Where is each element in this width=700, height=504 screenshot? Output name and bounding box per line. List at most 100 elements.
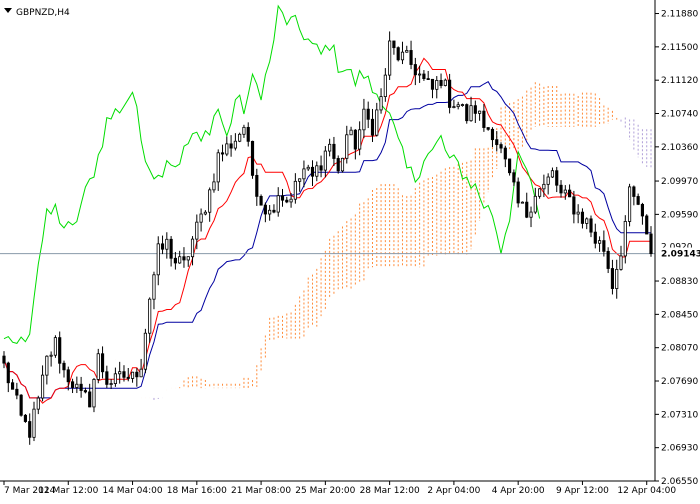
candle-body bbox=[45, 355, 49, 376]
candle-body bbox=[49, 354, 53, 357]
candle-body bbox=[118, 371, 122, 375]
y-tick-label: 2.11120 bbox=[661, 76, 698, 86]
candle-body bbox=[216, 152, 220, 183]
candle-body bbox=[238, 133, 242, 142]
candle-body bbox=[576, 211, 580, 215]
candle-body bbox=[503, 147, 507, 160]
candle-body bbox=[413, 64, 417, 76]
candle-body bbox=[559, 184, 563, 194]
candle-body bbox=[190, 238, 195, 258]
candle-body bbox=[546, 176, 550, 185]
chart-background bbox=[0, 0, 700, 500]
candle-body bbox=[255, 174, 259, 197]
candle-body bbox=[422, 73, 426, 79]
candle-body bbox=[139, 368, 143, 378]
candle-body bbox=[593, 231, 597, 244]
candle-body bbox=[75, 383, 79, 388]
candle-body bbox=[610, 268, 615, 289]
candle-body bbox=[533, 195, 537, 213]
candle-body bbox=[225, 143, 229, 155]
y-tick-label: 2.09970 bbox=[661, 177, 698, 187]
candle-body bbox=[572, 196, 576, 215]
chart-window[interactable]: 2.11880 2.11500 2.11120 2.10740 2.10360 2.099… bbox=[0, 0, 700, 500]
x-tick-label: 28 Mar 12:00 bbox=[360, 486, 420, 496]
candle-body bbox=[178, 256, 182, 264]
candle-body bbox=[323, 150, 327, 171]
candle-body bbox=[23, 414, 28, 422]
candle-body bbox=[439, 80, 443, 86]
candle-body bbox=[293, 180, 297, 200]
candle-body bbox=[495, 139, 499, 145]
candle-body bbox=[443, 79, 447, 86]
candle-body bbox=[310, 166, 315, 177]
candle-body bbox=[512, 172, 516, 183]
candle-body bbox=[285, 199, 289, 203]
y-tick-label: 2.08830 bbox=[661, 277, 698, 287]
candle-body bbox=[520, 201, 525, 204]
candle-body bbox=[130, 371, 135, 379]
candle-body bbox=[619, 255, 623, 270]
candle-body bbox=[370, 118, 375, 136]
candle-body bbox=[92, 378, 96, 408]
candle-body bbox=[379, 96, 383, 111]
candle-body bbox=[645, 215, 649, 235]
x-tick-label: 14 Mar 04:00 bbox=[102, 486, 162, 496]
candle-body bbox=[550, 170, 555, 178]
candle-body bbox=[250, 140, 255, 176]
candle-body bbox=[430, 78, 435, 90]
candle-body bbox=[452, 106, 456, 109]
candle-body bbox=[10, 382, 15, 390]
candle-body bbox=[409, 50, 413, 65]
current-price-label: 2.09143 bbox=[661, 250, 700, 260]
candle-body bbox=[122, 371, 126, 378]
candle-body bbox=[388, 40, 392, 76]
candle-body bbox=[306, 166, 310, 170]
candle-body bbox=[490, 128, 495, 141]
candle-body bbox=[199, 213, 203, 223]
candle-body bbox=[555, 170, 559, 186]
candle-body bbox=[88, 391, 92, 408]
candle-body bbox=[602, 240, 606, 252]
candle-body bbox=[126, 376, 130, 379]
candle-body bbox=[353, 129, 357, 150]
candle-body bbox=[465, 104, 469, 122]
candle-body bbox=[165, 238, 169, 250]
candle-body bbox=[336, 158, 340, 172]
symbol-title: GBPNZD,H4 bbox=[16, 8, 70, 18]
candle-body bbox=[272, 209, 276, 213]
y-tick-label: 2.10740 bbox=[661, 110, 698, 120]
candle-body bbox=[542, 183, 546, 190]
candle-body bbox=[143, 332, 147, 370]
x-tick-label: 11 Mar 12:00 bbox=[38, 486, 98, 496]
price-chart[interactable]: 2.11880 2.11500 2.11120 2.10740 2.10360 2.099… bbox=[0, 0, 700, 500]
candle-body bbox=[448, 79, 452, 108]
candle-body bbox=[263, 204, 267, 215]
candle-body bbox=[182, 256, 186, 261]
candle-body bbox=[289, 198, 293, 203]
candle-body bbox=[606, 250, 610, 269]
candle-body bbox=[246, 126, 250, 142]
candle-body bbox=[482, 110, 486, 128]
candle-body bbox=[40, 374, 45, 399]
candle-body bbox=[62, 362, 66, 371]
candle-body bbox=[276, 195, 280, 213]
candle-body bbox=[435, 80, 439, 90]
candle-body bbox=[298, 178, 302, 182]
candle-body bbox=[627, 186, 632, 222]
candle-body bbox=[19, 394, 23, 416]
candle-body bbox=[229, 143, 233, 149]
candle-body bbox=[383, 74, 387, 98]
candle-body bbox=[580, 211, 585, 224]
candle-body bbox=[508, 158, 512, 174]
candle-body bbox=[242, 126, 246, 135]
candle-body bbox=[636, 196, 640, 205]
x-tick-label: 9 Apr 12:00 bbox=[556, 486, 609, 496]
x-tick-label: 18 Mar 16:00 bbox=[167, 486, 227, 496]
candle-body bbox=[563, 189, 567, 194]
candle-body bbox=[623, 221, 627, 257]
candle-body bbox=[375, 109, 379, 136]
y-tick-label: 2.11880 bbox=[661, 10, 698, 20]
candle-body bbox=[478, 110, 482, 114]
candle-body bbox=[135, 371, 139, 378]
candle-body bbox=[332, 143, 336, 159]
